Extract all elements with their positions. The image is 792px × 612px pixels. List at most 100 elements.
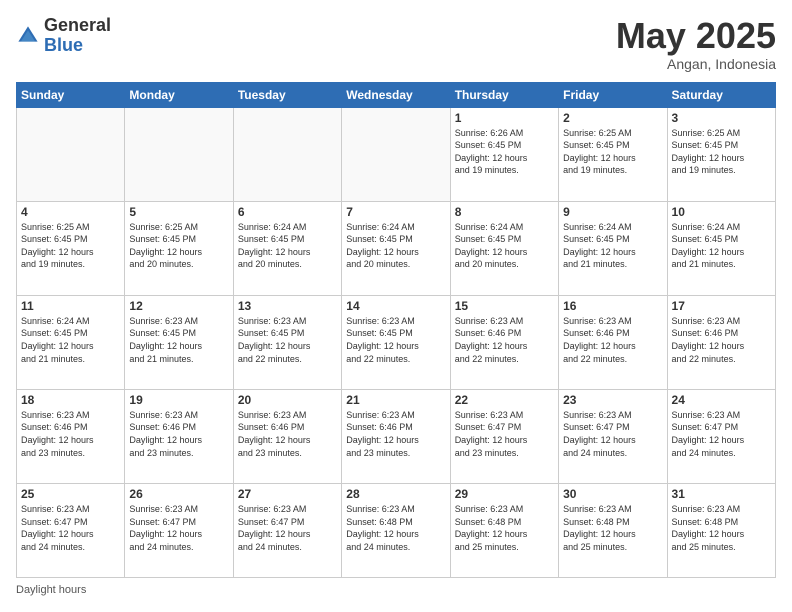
day-number: 19 [129,393,228,407]
day-number: 11 [21,299,120,313]
day-number: 4 [21,205,120,219]
calendar-cell: 30Sunrise: 6:23 AM Sunset: 6:48 PM Dayli… [559,483,667,577]
day-number: 28 [346,487,445,501]
day-number: 3 [672,111,771,125]
calendar-cell: 12Sunrise: 6:23 AM Sunset: 6:45 PM Dayli… [125,295,233,389]
day-number: 31 [672,487,771,501]
day-number: 7 [346,205,445,219]
calendar-cell: 6 Sunrise: 6:24 AM Sunset: 6:45 PM Daylig… [233,201,341,295]
day-info: Sunrise: 6:23 AM Sunset: 6:47 PM Dayligh… [563,409,662,459]
calendar-cell: 23 Sunrise: 6:23 AM Sunset: 6:47 PM Dayli… [559,389,667,483]
calendar-cell: 28 Sunrise: 6:23 AM Sunset: 6:48 PM Dayli… [342,483,450,577]
day-number: 16 [563,299,662,313]
day-number: 22 [455,393,554,407]
day-number: 27 [238,487,337,501]
calendar-table: SundayMondayTuesdayWednesdayThursdayFrid… [16,82,776,578]
day-info: Sunrise: 6:23 AM Sunset: 6:46 PM Dayligh… [672,315,771,365]
month-title: May 2025 [616,16,776,56]
day-number: 10 [672,205,771,219]
day-info: Sunrise: 6:25 AM Sunset: 6:45 PM Dayligh… [21,221,120,271]
day-number: 8 [455,205,554,219]
calendar-week-2: 4 Sunrise: 6:25 AM Sunset: 6:45 PM Daylig… [17,201,776,295]
day-number: 6 [238,205,337,219]
day-header-saturday: Saturday [667,82,775,107]
day-header-wednesday: Wednesday [342,82,450,107]
day-header-sunday: Sunday [17,82,125,107]
calendar-cell: 9Sunrise: 6:24 AM Sunset: 6:45 PM Daylig… [559,201,667,295]
day-info: Sunrise: 6:26 AM Sunset: 6:45 PM Dayligh… [455,127,554,177]
day-number: 17 [672,299,771,313]
day-number: 20 [238,393,337,407]
logo-text: General Blue [44,16,111,56]
calendar-cell: 14 Sunrise: 6:23 AM Sunset: 6:45 PM Dayli… [342,295,450,389]
day-info: Sunrise: 6:24 AM Sunset: 6:45 PM Dayligh… [455,221,554,271]
daylight-label: Daylight hours [16,584,86,596]
calendar-cell: 2Sunrise: 6:25 AM Sunset: 6:45 PM Daylig… [559,107,667,201]
footer: Daylight hours [16,584,776,596]
calendar-cell: 21 Sunrise: 6:23 AM Sunset: 6:46 PM Dayli… [342,389,450,483]
location-subtitle: Angan, Indonesia [616,56,776,72]
day-info: Sunrise: 6:24 AM Sunset: 6:45 PM Dayligh… [238,221,337,271]
day-number: 5 [129,205,228,219]
calendar-week-4: 18 Sunrise: 6:23 AM Sunset: 6:46 PM Dayli… [17,389,776,483]
calendar-cell: 11 Sunrise: 6:24 AM Sunset: 6:45 PM Dayli… [17,295,125,389]
day-number: 26 [129,487,228,501]
calendar-cell [233,107,341,201]
day-number: 30 [563,487,662,501]
calendar-cell: 29Sunrise: 6:23 AM Sunset: 6:48 PM Dayli… [450,483,558,577]
calendar-cell: 31Sunrise: 6:23 AM Sunset: 6:48 PM Dayli… [667,483,775,577]
day-info: Sunrise: 6:23 AM Sunset: 6:45 PM Dayligh… [346,315,445,365]
day-number: 23 [563,393,662,407]
calendar-cell: 7 Sunrise: 6:24 AM Sunset: 6:45 PM Daylig… [342,201,450,295]
day-number: 14 [346,299,445,313]
calendar-cell: 1 Sunrise: 6:26 AM Sunset: 6:45 PM Daylig… [450,107,558,201]
calendar-cell: 16 Sunrise: 6:23 AM Sunset: 6:46 PM Dayli… [559,295,667,389]
day-info: Sunrise: 6:24 AM Sunset: 6:45 PM Dayligh… [672,221,771,271]
calendar-cell [125,107,233,201]
header: General Blue May 2025 Angan, Indonesia [16,16,776,72]
calendar-cell: 24 Sunrise: 6:23 AM Sunset: 6:47 PM Dayli… [667,389,775,483]
logo: General Blue [16,16,111,56]
day-number: 18 [21,393,120,407]
day-number: 24 [672,393,771,407]
page: General Blue May 2025 Angan, Indonesia S… [0,0,792,612]
day-header-tuesday: Tuesday [233,82,341,107]
calendar-cell: 5 Sunrise: 6:25 AM Sunset: 6:45 PM Daylig… [125,201,233,295]
calendar-week-3: 11 Sunrise: 6:24 AM Sunset: 6:45 PM Dayli… [17,295,776,389]
calendar-cell: 25Sunrise: 6:23 AM Sunset: 6:47 PM Dayli… [17,483,125,577]
day-info: Sunrise: 6:23 AM Sunset: 6:48 PM Dayligh… [346,503,445,553]
calendar-cell: 18 Sunrise: 6:23 AM Sunset: 6:46 PM Dayli… [17,389,125,483]
logo-icon [16,24,40,48]
day-info: Sunrise: 6:23 AM Sunset: 6:46 PM Dayligh… [238,409,337,459]
calendar-cell: 8 Sunrise: 6:24 AM Sunset: 6:45 PM Daylig… [450,201,558,295]
day-info: Sunrise: 6:23 AM Sunset: 6:46 PM Dayligh… [563,315,662,365]
day-header-thursday: Thursday [450,82,558,107]
day-number: 2 [563,111,662,125]
day-info: Sunrise: 6:25 AM Sunset: 6:45 PM Dayligh… [129,221,228,271]
calendar-cell [17,107,125,201]
logo-blue-text: Blue [44,36,111,56]
calendar-cell: 15Sunrise: 6:23 AM Sunset: 6:46 PM Dayli… [450,295,558,389]
calendar-cell: 17 Sunrise: 6:23 AM Sunset: 6:46 PM Dayli… [667,295,775,389]
day-info: Sunrise: 6:24 AM Sunset: 6:45 PM Dayligh… [346,221,445,271]
day-info: Sunrise: 6:23 AM Sunset: 6:45 PM Dayligh… [129,315,228,365]
calendar-cell: 27 Sunrise: 6:23 AM Sunset: 6:47 PM Dayli… [233,483,341,577]
day-info: Sunrise: 6:23 AM Sunset: 6:46 PM Dayligh… [21,409,120,459]
day-number: 13 [238,299,337,313]
day-header-friday: Friday [559,82,667,107]
calendar-cell: 13Sunrise: 6:23 AM Sunset: 6:45 PM Dayli… [233,295,341,389]
day-info: Sunrise: 6:23 AM Sunset: 6:47 PM Dayligh… [238,503,337,553]
day-info: Sunrise: 6:24 AM Sunset: 6:45 PM Dayligh… [21,315,120,365]
calendar-header-row: SundayMondayTuesdayWednesdayThursdayFrid… [17,82,776,107]
logo-general-text: General [44,16,111,36]
calendar-cell: 3Sunrise: 6:25 AM Sunset: 6:45 PM Daylig… [667,107,775,201]
day-info: Sunrise: 6:23 AM Sunset: 6:46 PM Dayligh… [346,409,445,459]
day-info: Sunrise: 6:23 AM Sunset: 6:48 PM Dayligh… [455,503,554,553]
day-number: 21 [346,393,445,407]
day-info: Sunrise: 6:24 AM Sunset: 6:45 PM Dayligh… [563,221,662,271]
day-info: Sunrise: 6:23 AM Sunset: 6:47 PM Dayligh… [672,409,771,459]
day-info: Sunrise: 6:23 AM Sunset: 6:47 PM Dayligh… [455,409,554,459]
day-number: 1 [455,111,554,125]
day-header-monday: Monday [125,82,233,107]
calendar-cell: 26Sunrise: 6:23 AM Sunset: 6:47 PM Dayli… [125,483,233,577]
